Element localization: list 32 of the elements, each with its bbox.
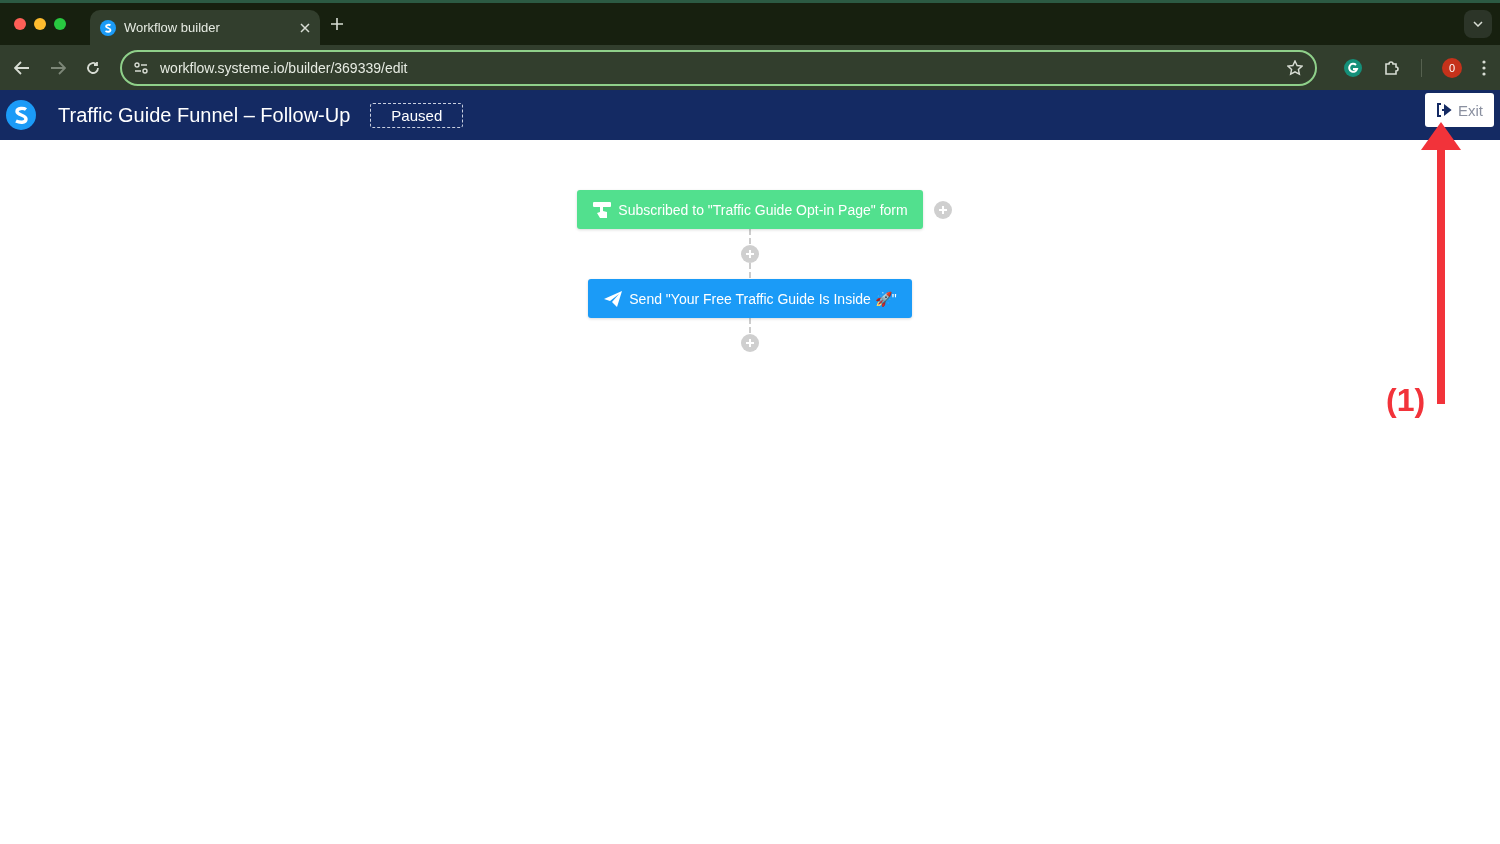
extension-logo-icon[interactable] (1343, 57, 1363, 78)
browser-tab[interactable]: Workflow builder (90, 10, 320, 45)
reload-icon[interactable] (86, 60, 100, 75)
site-logo-icon (100, 19, 116, 36)
chevron-down-icon[interactable] (1464, 10, 1492, 38)
minimize-window-icon[interactable] (34, 18, 46, 30)
close-window-icon[interactable] (14, 18, 26, 30)
close-tab-icon[interactable] (300, 22, 310, 33)
annotation-label: (1) (1386, 382, 1426, 419)
star-icon[interactable] (1287, 59, 1303, 76)
forward-icon[interactable] (50, 60, 66, 75)
more-menu-icon[interactable] (1482, 59, 1486, 76)
app-logo-icon[interactable] (6, 100, 36, 130)
exit-button[interactable]: Exit (1425, 93, 1494, 127)
plus-icon (745, 249, 755, 259)
puzzle-icon[interactable] (1383, 58, 1401, 77)
exit-icon (1436, 103, 1452, 117)
url-text: workflow.systeme.io/builder/369339/edit (160, 59, 409, 76)
hand-pointer-icon (592, 200, 613, 219)
status-label[interactable]: Paused (370, 102, 464, 128)
new-tab-icon[interactable] (330, 17, 344, 31)
site-settings-icon[interactable] (134, 61, 148, 74)
workflow-title: Traffic Guide Funnel – Follow-Up (58, 103, 351, 127)
profile-badge[interactable]: 0 (1442, 57, 1462, 78)
action-node[interactable]: Send "Your Free Traffic Guide Is Inside 🚀" (588, 279, 912, 318)
plus-icon (745, 338, 755, 348)
address-bar[interactable]: workflow.systeme.io/builder/369339/edit (120, 49, 1317, 86)
paper-plane-icon (603, 289, 624, 308)
plus-icon (937, 205, 948, 215)
maximize-window-icon[interactable] (54, 18, 66, 30)
back-icon[interactable] (14, 60, 30, 75)
tab-title: Workflow builder (124, 20, 221, 35)
